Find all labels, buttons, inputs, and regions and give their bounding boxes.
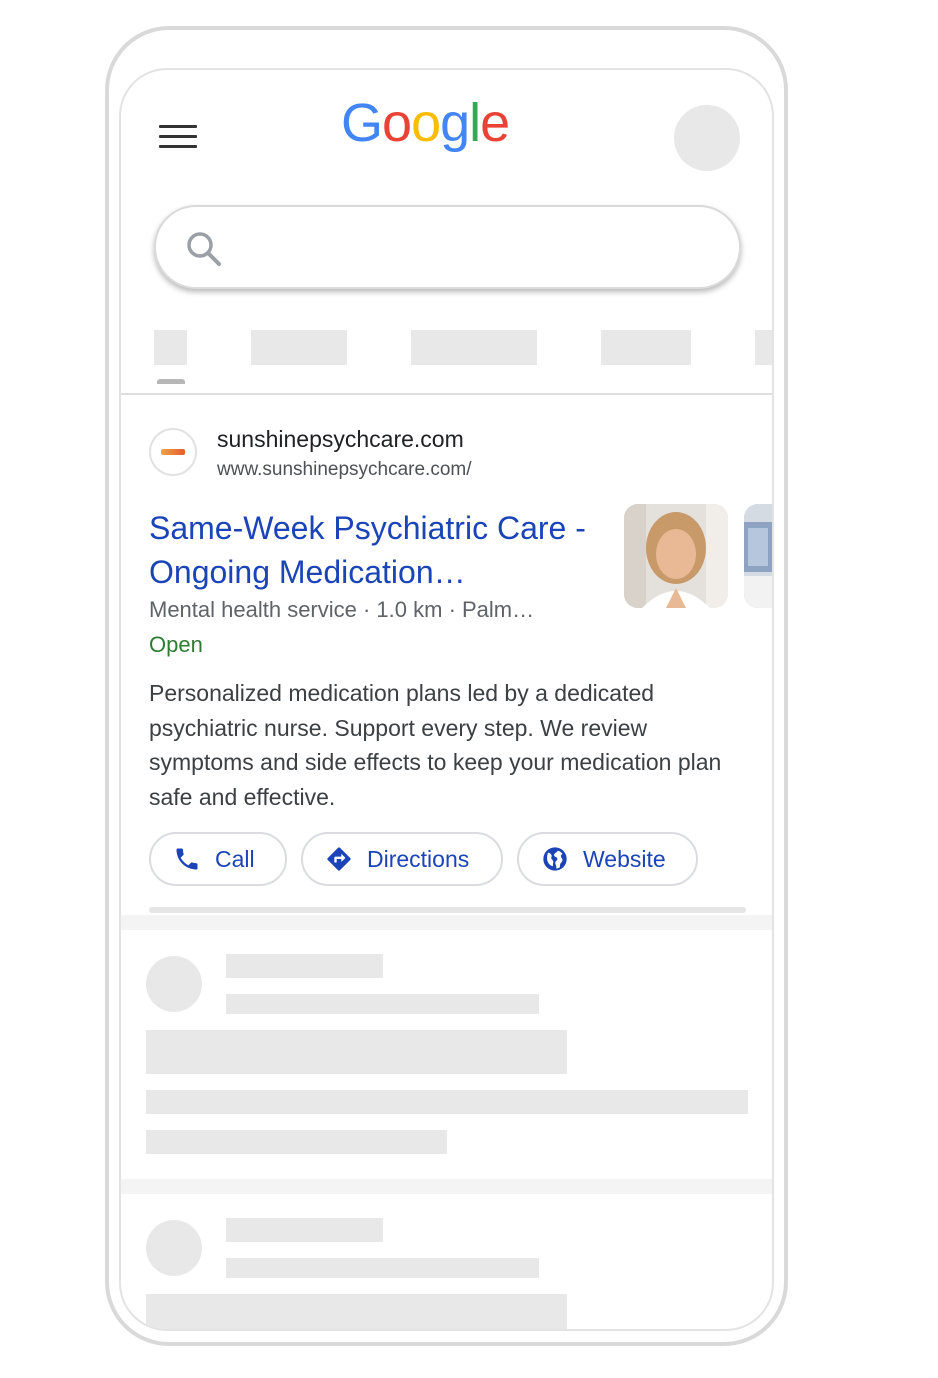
search-tabs [121,330,772,395]
section-divider [121,1179,772,1194]
call-button[interactable]: Call [149,832,287,886]
tab-placeholder[interactable] [154,330,187,365]
logo-letter: e [480,93,510,153]
menu-icon[interactable] [159,125,197,151]
skeleton-avatar [146,956,202,1012]
tab-placeholder[interactable] [251,330,347,365]
tab-placeholder[interactable] [411,330,537,365]
skeleton-line [226,1258,539,1278]
result-meta: Mental health service · 1.0 km · Palm… [149,597,535,622]
status-badge: Open [149,632,203,657]
logo-letter: o [411,93,441,153]
phone-icon [176,848,198,870]
skeleton-line [146,1130,447,1154]
logo-letter: l [469,93,481,153]
search-input[interactable] [154,205,741,289]
site-favicon [149,428,197,476]
skeleton-avatar [146,1220,202,1276]
search-icon [187,232,221,266]
result-title-link[interactable]: Same-Week Psychiatric Care - Ongoing Med… [149,506,609,594]
skeleton-line [226,954,383,978]
call-label: Call [215,845,255,872]
active-tab-indicator [157,379,185,384]
section-divider [121,915,772,930]
skeleton-line [146,1090,748,1114]
tab-placeholder[interactable] [755,330,772,365]
website-label: Website [583,845,666,872]
account-avatar[interactable] [674,105,740,171]
skeleton-line [146,1294,567,1329]
directions-icon [327,847,351,871]
tab-placeholder[interactable] [601,330,691,365]
practitioner-photo[interactable] [624,504,728,608]
logo-letter: g [440,93,470,153]
globe-icon [543,847,567,871]
directions-label: Directions [367,845,470,872]
logo-letter: G [341,93,383,153]
skeleton-line [226,1218,383,1242]
directions-button[interactable]: Directions [301,832,503,886]
clinic-photo[interactable] [744,504,772,608]
carousel-scrollbar[interactable] [149,907,746,913]
google-logo[interactable]: Google [341,92,510,162]
phone-screen: Google sunshinepsychcare.com www.sunshin… [119,68,774,1331]
site-url[interactable]: www.sunshinepsychcare.com/ [217,459,472,481]
site-name[interactable]: sunshinepsychcare.com [217,426,464,453]
skeleton-line [226,994,539,1014]
skeleton-line [146,1030,567,1074]
logo-letter: o [382,93,412,153]
result-description: Personalized medication plans led by a d… [149,680,722,810]
website-button[interactable]: Website [517,832,698,886]
